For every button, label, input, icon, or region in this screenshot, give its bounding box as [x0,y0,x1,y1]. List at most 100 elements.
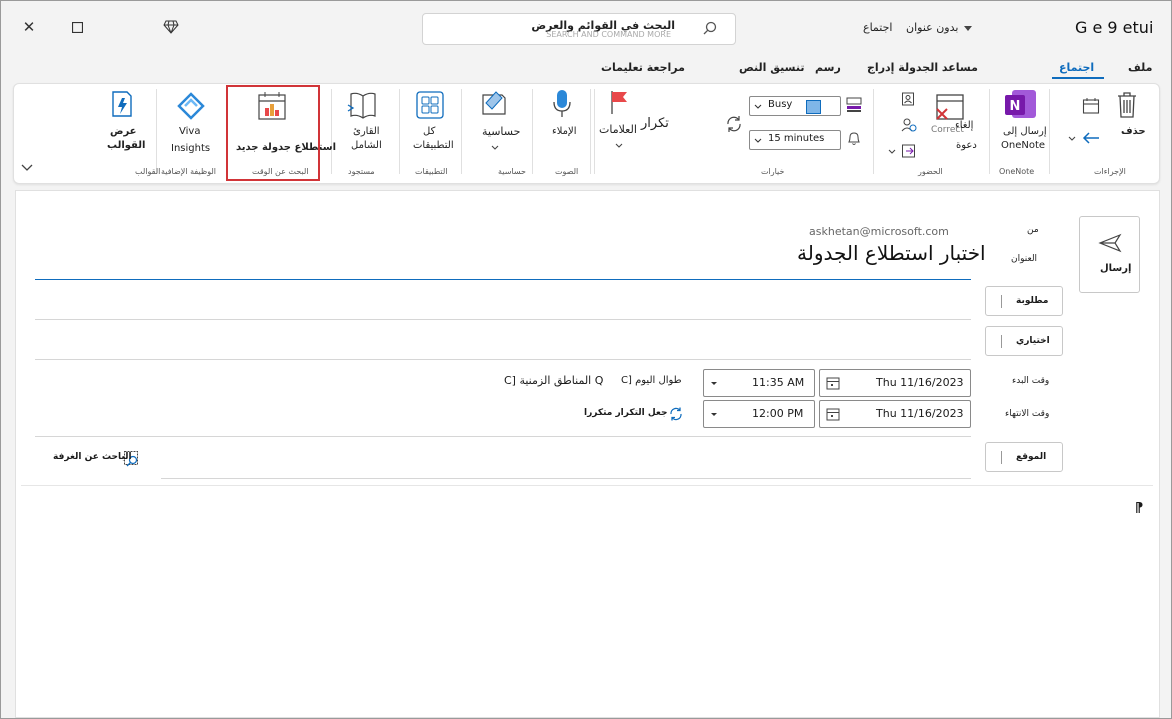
make-recurring-icon[interactable] [668,406,684,422]
arrow-left-icon[interactable] [1082,131,1100,145]
message-body[interactable] [31,493,1131,703]
group-label-addin: الوظيفة الإضافية [161,167,216,176]
required-attendees-button[interactable]: مطلوبة [985,286,1063,316]
premium-diamond-button[interactable] [159,15,183,39]
chevron-down-icon[interactable] [615,143,623,149]
time-separator [35,436,971,437]
immersive-reader-label1[interactable]: القارئ [353,125,380,139]
room-finder-button[interactable]: الباحث عن الغرفة [53,452,132,462]
view-templates-label1[interactable]: عرض [110,125,137,139]
active-tab-indicator [1052,77,1104,79]
window-title-type: اجتماع [863,21,893,34]
optional-attendees-button[interactable]: اختياري [985,326,1063,356]
tab-scheduling-insert[interactable]: مساعد الجدولة إدراج [867,61,978,74]
start-date-value: Thu 11/16/2023 [876,376,964,389]
sensitivity-button[interactable]: حساسية [482,125,520,139]
time-zones-button[interactable]: C] المناطق الزمنية Q [504,374,603,387]
view-templates-label2[interactable]: القوالب [107,139,145,153]
calendar-forward-icon[interactable] [1082,97,1100,115]
subject-underline [35,279,971,280]
viva-insights-label1[interactable]: Viva [179,125,200,139]
attendee-check-icon[interactable] [901,117,917,133]
cancel-invitation-label2[interactable]: دعوة [956,139,977,153]
highlight-box [226,85,320,181]
diamond-icon [163,20,179,34]
address-book-icon[interactable] [901,92,915,106]
send-to-onenote-label2[interactable]: OneNote [1001,139,1045,153]
group-separator [1049,89,1050,174]
start-time-label: وقت البدء [1012,376,1050,386]
subject-input[interactable]: اختبار استطلاع الجدولة [797,241,986,265]
tab-draw[interactable]: رسم [815,61,841,74]
tab-review-help[interactable]: مراجعة تعليمات [601,61,685,74]
search-icon [703,21,717,35]
cancel-invitation-label1[interactable]: إلغاء [955,119,973,133]
required-underline [35,319,971,320]
svg-text:N: N [1010,99,1021,114]
chevron-down-icon[interactable] [963,25,973,33]
recurrence-icon[interactable] [725,115,743,133]
location-button[interactable]: الموقع [985,442,1063,472]
bell-icon [848,132,860,145]
send-to-onenote-label1[interactable]: إرسال إلى [1003,125,1047,139]
viva-insights-icon [177,92,205,120]
group-separator [461,89,462,174]
end-date-value: Thu 11/16/2023 [876,407,964,420]
reminder-value: 15 minutes [768,133,825,144]
viva-insights-label2[interactable]: Insights [171,142,210,156]
group-separator [594,89,595,174]
tab-format-text[interactable]: تنسيق النص [739,61,804,74]
chevron-down-icon[interactable] [888,149,896,155]
chevron-down-icon[interactable] [1068,136,1076,142]
all-apps-label1[interactable]: كل [423,125,435,139]
start-date-picker[interactable]: Thu 11/16/2023 [819,369,971,397]
all-day-checkbox[interactable]: C] طوال اليوم [621,375,682,386]
group-label-onenote: OneNote [999,167,1035,176]
response-options-icon[interactable] [901,143,917,159]
delete-button[interactable]: حذف [1121,125,1146,139]
caret-bar [1001,295,1002,308]
immersive-reader-label2[interactable]: الشامل [351,139,382,153]
tab-file[interactable]: ملف [1128,61,1152,74]
location-label: الموقع [1016,452,1047,462]
chevron-down-icon [711,382,717,385]
group-separator [989,89,990,174]
sensitivity-icon [482,91,506,115]
ribbon-collapse-icon[interactable] [21,164,33,172]
tab-meeting[interactable]: اجتماع [1059,61,1094,74]
chevron-down-icon [711,413,717,416]
maximize-button[interactable] [65,15,89,39]
required-label: مطلوبة [1016,296,1049,306]
chevron-down-icon [754,104,762,109]
dictate-button[interactable]: الإملاء [552,125,577,139]
start-time-picker[interactable]: 11:35 AM [703,369,815,397]
close-button[interactable]: ✕ [17,15,41,39]
make-recurring-button[interactable]: جعل التكرار متكررا [584,408,667,418]
caret-bar [1001,451,1002,464]
all-apps-label2[interactable]: التطبيقات [413,139,454,153]
chevron-down-icon[interactable] [491,145,499,151]
end-time-label: وقت الانتهاء [1005,409,1050,419]
recurrence-text[interactable]: تكرار [641,117,669,131]
send-icon [1098,233,1122,253]
tags-label[interactable]: العلامات [599,123,637,137]
end-time-picker[interactable]: 12:00 PM [703,400,815,428]
app-window: ✕ البحث في القوائم والعرض SEARCH AND COM… [0,0,1172,719]
send-button[interactable]: إرسال [1079,216,1140,293]
group-label-attendees: الحضور [918,167,943,176]
group-separator [331,89,332,174]
group-label-actions: الإجراءات [1094,167,1126,176]
title-bar: ✕ البحث في القوائم والعرض SEARCH AND COM… [1,1,1171,55]
search-input[interactable]: البحث في القوائم والعرض SEARCH AND COMMA… [422,13,736,45]
show-as-dropdown[interactable]: Busy [749,96,841,116]
reminder-dropdown[interactable]: 15 minutes [749,130,841,150]
subject-label: العنوان [1011,254,1038,264]
flag-icon [611,91,627,114]
search-placeholder: SEARCH AND COMMAND MORE [546,30,671,39]
end-time-value: 12:00 PM [752,407,804,420]
show-as-color-icon [846,97,862,112]
from-label: من [1027,225,1039,235]
all-apps-icon [416,91,444,119]
group-separator [590,89,591,174]
end-date-picker[interactable]: Thu 11/16/2023 [819,400,971,428]
